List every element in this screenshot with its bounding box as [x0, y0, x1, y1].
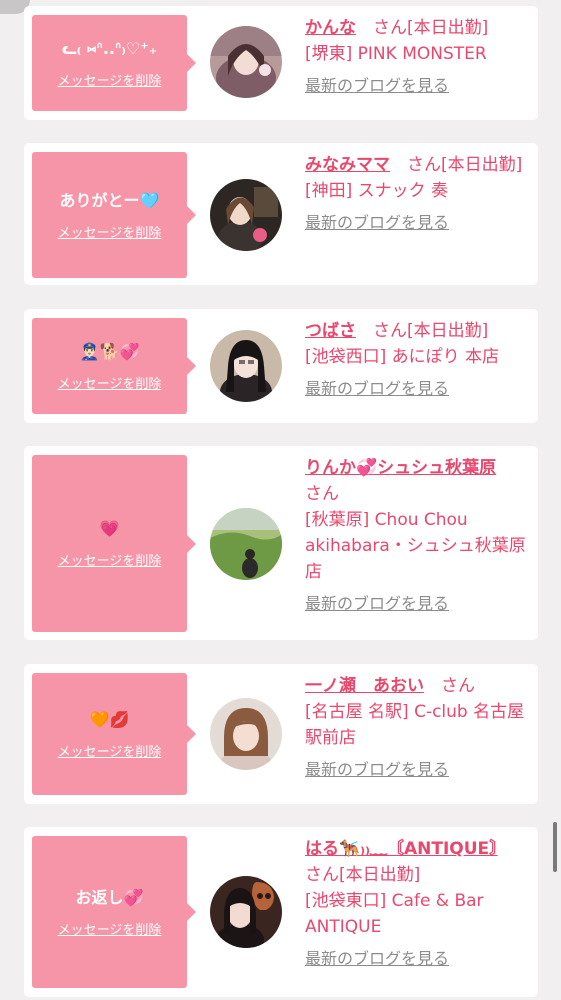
latest-blog-link[interactable]: 最新のブログを見る — [305, 591, 449, 617]
message-bubble: お返し💞 メッセージを削除 — [32, 836, 196, 988]
message-bubble: 👮🏻‍♂️🐕💞 メッセージを削除 — [32, 318, 196, 414]
cast-info: かんな さん[本日出勤] [堺東] PINK MONSTER 最新のブログを見る — [305, 15, 530, 99]
message-card: 🧡💋 メッセージを削除 一ノ瀬 あおい さん [名古屋 名駅] C-club 名… — [24, 664, 538, 804]
message-card: ᓚ₍ ⑅ᐢ..ᐢ₎♡⁺₊ メッセージを削除 かんな さん[本日出勤] [堺東] … — [24, 6, 538, 120]
message-text: 🧡💋 — [89, 709, 130, 729]
message-bubble: ᓚ₍ ⑅ᐢ..ᐢ₎♡⁺₊ メッセージを削除 — [32, 15, 196, 111]
delete-message-link[interactable]: メッセージを削除 — [58, 550, 162, 569]
message-card: ありがとー🩵 メッセージを削除 みなみママ さん[本日出勤] [神田] スナック… — [24, 143, 538, 285]
latest-blog-link[interactable]: 最新のブログを見る — [305, 376, 449, 402]
honorific: さん — [305, 484, 339, 504]
avatar[interactable] — [210, 508, 282, 580]
message-card: お返し💞 メッセージを削除 はる🐕‍🦺₎₎﹏〘ANTIQUE〙 さん[本日出勤]… — [24, 827, 538, 997]
cast-name-link[interactable]: はる🐕‍🦺₎₎﹏〘ANTIQUE〙 — [305, 839, 498, 859]
honorific: さん — [305, 865, 339, 885]
cast-info: みなみママ さん[本日出勤] [神田] スナック 奏 最新のブログを見る — [305, 152, 530, 236]
cast-name-link[interactable]: 一ノ瀬 あおい — [305, 676, 424, 696]
message-bubble: 🧡💋 メッセージを削除 — [32, 673, 196, 795]
message-card: 👮🏻‍♂️🐕💞 メッセージを削除 つばさ さん[本日出勤] [池袋西口] あにぽ… — [24, 309, 538, 423]
shop-name: [池袋西口] あにぽり 本店 — [305, 347, 500, 367]
work-status: [本日出勤] — [441, 155, 523, 175]
scrollbar[interactable] — [553, 822, 557, 872]
delete-message-link[interactable]: メッセージを削除 — [58, 373, 162, 392]
avatar[interactable] — [210, 876, 282, 948]
work-status: [本日出勤] — [407, 321, 489, 341]
cast-name-link[interactable]: りんか💞シュシュ秋葉原 — [305, 458, 496, 478]
cast-name-link[interactable]: つばさ — [305, 321, 356, 341]
work-status: [本日出勤] — [407, 18, 489, 38]
latest-blog-link[interactable]: 最新のブログを見る — [305, 210, 449, 236]
message-text: お返し💞 — [75, 887, 144, 907]
message-list: ᓚ₍ ⑅ᐢ..ᐢ₎♡⁺₊ メッセージを削除 かんな さん[本日出勤] [堺東] … — [0, 0, 561, 1000]
delete-message-link[interactable]: メッセージを削除 — [58, 919, 162, 938]
cast-info: りんか💞シュシュ秋葉原 さん [秋葉原] Chou Chou akihabara… — [305, 455, 530, 617]
message-text: ᓚ₍ ⑅ᐢ..ᐢ₎♡⁺₊ — [61, 38, 158, 58]
cast-name-link[interactable]: かんな — [305, 18, 356, 38]
latest-blog-link[interactable]: 最新のブログを見る — [305, 757, 449, 783]
avatar[interactable] — [210, 26, 282, 98]
shop-name: [池袋東口] Cafe & Bar ANTIQUE — [305, 891, 484, 937]
message-text: 👮🏻‍♂️🐕💞 — [79, 341, 140, 361]
delete-message-link[interactable]: メッセージを削除 — [58, 222, 162, 241]
cast-info: つばさ さん[本日出勤] [池袋西口] あにぽり 本店 最新のブログを見る — [305, 318, 530, 402]
message-text: ありがとー🩵 — [59, 190, 160, 210]
cast-info: 一ノ瀬 あおい さん [名古屋 名駅] C-club 名古屋駅前店 最新のブログ… — [305, 673, 530, 783]
honorific: さん — [441, 676, 475, 696]
latest-blog-link[interactable]: 最新のブログを見る — [305, 73, 449, 99]
honorific: さん — [373, 321, 407, 341]
shop-name: [神田] スナック 奏 — [305, 181, 449, 201]
delete-message-link[interactable]: メッセージを削除 — [58, 741, 162, 760]
message-text: 💗 — [99, 519, 120, 538]
message-bubble: 💗 メッセージを削除 — [32, 455, 196, 632]
message-bubble: ありがとー🩵 メッセージを削除 — [32, 152, 196, 278]
cast-info: はる🐕‍🦺₎₎﹏〘ANTIQUE〙 さん[本日出勤] [池袋東口] Cafe &… — [305, 836, 530, 972]
avatar[interactable] — [210, 698, 282, 770]
shop-name: [秋葉原] Chou Chou akihabara・シュシュ秋葉原店 — [305, 510, 526, 582]
honorific: さん — [373, 18, 407, 38]
delete-message-link[interactable]: メッセージを削除 — [58, 70, 162, 89]
work-status: [本日出勤] — [339, 865, 421, 885]
message-card: 💗 メッセージを削除 りんか💞シュシュ秋葉原 さん [秋葉原] Chou Cho… — [24, 446, 538, 640]
cast-name-link[interactable]: みなみママ — [305, 155, 390, 175]
honorific: さん — [407, 155, 441, 175]
shop-name: [名古屋 名駅] C-club 名古屋駅前店 — [305, 702, 525, 748]
avatar[interactable] — [210, 179, 282, 251]
shop-name: [堺東] PINK MONSTER — [305, 44, 487, 64]
latest-blog-link[interactable]: 最新のブログを見る — [305, 946, 449, 972]
avatar[interactable] — [210, 330, 282, 402]
